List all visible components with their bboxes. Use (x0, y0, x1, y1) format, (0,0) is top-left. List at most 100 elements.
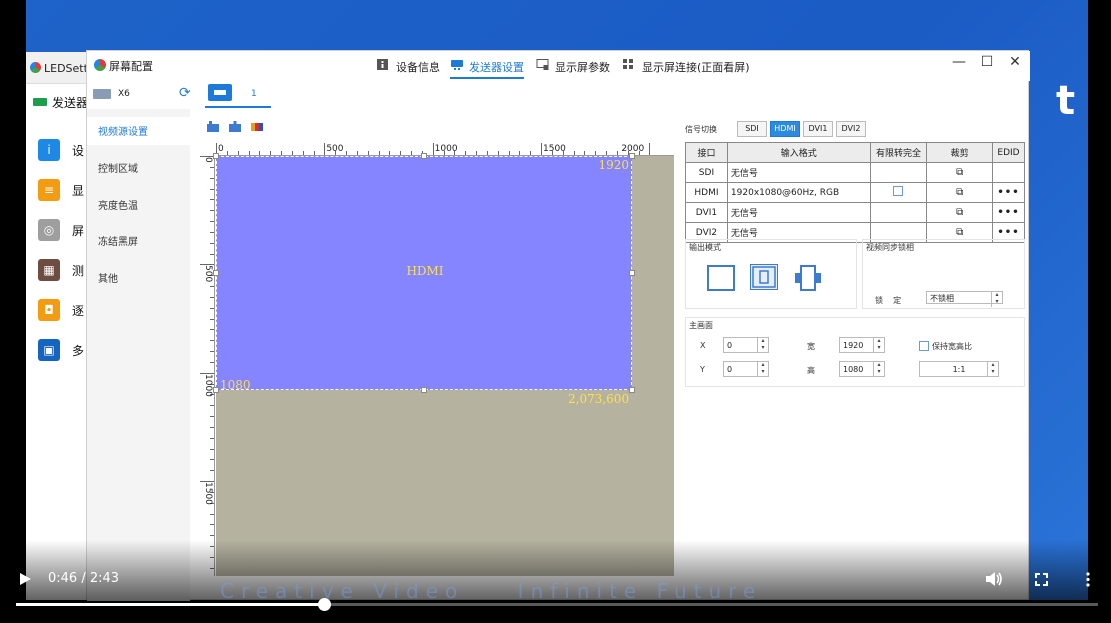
signal-button-dvi2[interactable]: DVI2 (836, 121, 866, 137)
signal-button-hdmi[interactable]: HDMI (770, 121, 800, 137)
hdmi-source-window[interactable]: HDMI 1920 1080 (216, 156, 632, 392)
ruler-tick (237, 151, 239, 155)
ruler-tick (210, 351, 214, 352)
signal-button-dvi1[interactable]: DVI1 (803, 121, 833, 137)
lock-select[interactable]: 不锁相 (926, 291, 1003, 307)
x-input[interactable]: 0 (723, 337, 769, 353)
resize-handle[interactable] (629, 270, 635, 276)
sidebar-item-freeze[interactable]: 冻结黑屏 (98, 233, 138, 248)
edid-more-icon[interactable]: ••• (992, 182, 1025, 203)
width-input[interactable]: 1920 (839, 337, 885, 353)
minimize-button[interactable]: — (949, 54, 969, 70)
mode-fit-icon[interactable] (750, 264, 778, 290)
menu-item-label: 屏 (72, 224, 85, 238)
ruler-tick (210, 166, 214, 168)
settings-sidebar: 视频源设置 控制区域 亮度色温 冻结黑屏 其他 (87, 109, 190, 601)
column-header: EDID (992, 142, 1025, 163)
ruler-tick (210, 286, 214, 287)
main-screen-label: 主画面 (689, 321, 713, 330)
ruler-tick (259, 151, 261, 155)
ruler-tick (508, 151, 510, 155)
background-letter: t (1056, 78, 1076, 124)
y-input[interactable]: 0 (723, 361, 769, 377)
screen-config-window: 屏幕配置 设备信息 发送器设置 显示屏参数 显示屏连接(正面看屏) — ☐ ✕ … (86, 50, 1030, 601)
limited-cell (869, 182, 928, 203)
ruler-tick (210, 307, 214, 309)
resize-handle[interactable] (629, 153, 635, 159)
menu-item-label: 显 (72, 184, 85, 198)
menu-item-icon: ◘ (38, 299, 60, 321)
ruler-tick (210, 416, 214, 417)
volume-icon[interactable] (985, 571, 1003, 587)
limited-cell (869, 202, 928, 223)
crop-icon[interactable]: ⧉ (926, 202, 993, 223)
menu-item-icon: ▦ (38, 259, 60, 281)
align-left-icon[interactable] (207, 121, 219, 133)
ruler-tick (649, 143, 651, 155)
output-mode-label: 输出模式 (689, 243, 721, 252)
mode-stretch-icon[interactable] (794, 265, 822, 291)
resize-handle[interactable] (213, 387, 219, 393)
menu-item-icon: ▣ (38, 339, 60, 361)
play-icon[interactable] (18, 572, 32, 586)
width-label: 1920 (598, 158, 629, 172)
table-row: HDMI 1920x1080@60Hz, RGB ⧉ ••• (685, 182, 1025, 203)
ruler-tick (210, 210, 214, 212)
ruler-tick (519, 151, 521, 155)
limited-checkbox[interactable] (893, 186, 904, 196)
keep-ratio-label: 保持宽高比 (932, 342, 972, 351)
ruler-tick (476, 151, 477, 155)
ruler-tick (210, 448, 214, 450)
mode-full-icon[interactable] (707, 265, 735, 291)
sidebar-item-brightness[interactable]: 亮度色温 (98, 197, 138, 212)
crop-icon[interactable]: ⧉ (926, 162, 993, 183)
output-mode-section: 输出模式 (685, 239, 857, 309)
tab-display-params[interactable]: 显示屏参数 (536, 51, 612, 79)
height-input[interactable]: 1080 (839, 361, 885, 377)
column-header: 有限转完全 (869, 142, 928, 163)
resize-handle[interactable] (629, 387, 635, 393)
tab-device-info[interactable]: 设备信息 (377, 51, 440, 79)
close-button[interactable]: ✕ (1005, 54, 1025, 70)
tab-display-connection[interactable]: 显示屏连接(正面看屏) (623, 51, 751, 79)
progress-bar[interactable] (16, 598, 1098, 611)
ruler-tick (210, 329, 214, 331)
more-options-icon[interactable] (1085, 572, 1091, 587)
table-row: DVI1 无信号 ⧉ ••• (685, 202, 1025, 223)
resize-handle[interactable] (213, 153, 219, 159)
device-name[interactable]: X6 (118, 89, 130, 99)
ruler-tick (378, 151, 380, 155)
format-cell: 无信号 (726, 162, 871, 183)
menu-item-icon: i (38, 139, 60, 161)
layout-canvas[interactable]: HDMI 1920 1080 2,073,600 (213, 153, 674, 576)
ratio-button[interactable]: 1:1 (919, 361, 999, 377)
edid-more-icon[interactable]: ••• (992, 202, 1025, 223)
refresh-icon[interactable]: ⟳ (179, 85, 191, 101)
align-center-icon[interactable] (229, 121, 241, 133)
resize-handle[interactable] (421, 153, 427, 159)
screen-number[interactable]: 1 (251, 89, 257, 99)
ruler-label: 0 (203, 157, 213, 163)
ruler-tick (356, 151, 358, 155)
time-display: 0:46 / 2:43 (48, 571, 120, 586)
maximize-button[interactable]: ☐ (977, 54, 997, 70)
keep-ratio-checkbox[interactable] (919, 341, 929, 351)
crop-icon[interactable]: ⧉ (926, 182, 993, 203)
screen-tab-icon[interactable] (208, 84, 232, 101)
info-icon (377, 59, 388, 70)
ruler-tick (210, 340, 214, 342)
color-bar-icon[interactable] (251, 121, 263, 133)
resize-handle[interactable] (421, 387, 427, 393)
column-header: 接口 (685, 142, 728, 163)
ruler-tick (226, 151, 228, 155)
ruler-tick (313, 151, 315, 155)
signal-button-sdi[interactable]: SDI (737, 121, 767, 137)
tab-sender-settings[interactable]: 发送器设置 (450, 51, 524, 79)
fullscreen-icon[interactable] (1035, 573, 1048, 586)
sidebar-item-control-area[interactable]: 控制区域 (98, 160, 138, 175)
resize-handle[interactable] (213, 270, 219, 276)
edid-more-icon[interactable] (992, 162, 1025, 183)
sidebar-item-video-source[interactable]: 视频源设置 (98, 123, 148, 138)
sidebar-item-other[interactable]: 其他 (98, 270, 118, 285)
ruler-tick (616, 151, 618, 155)
